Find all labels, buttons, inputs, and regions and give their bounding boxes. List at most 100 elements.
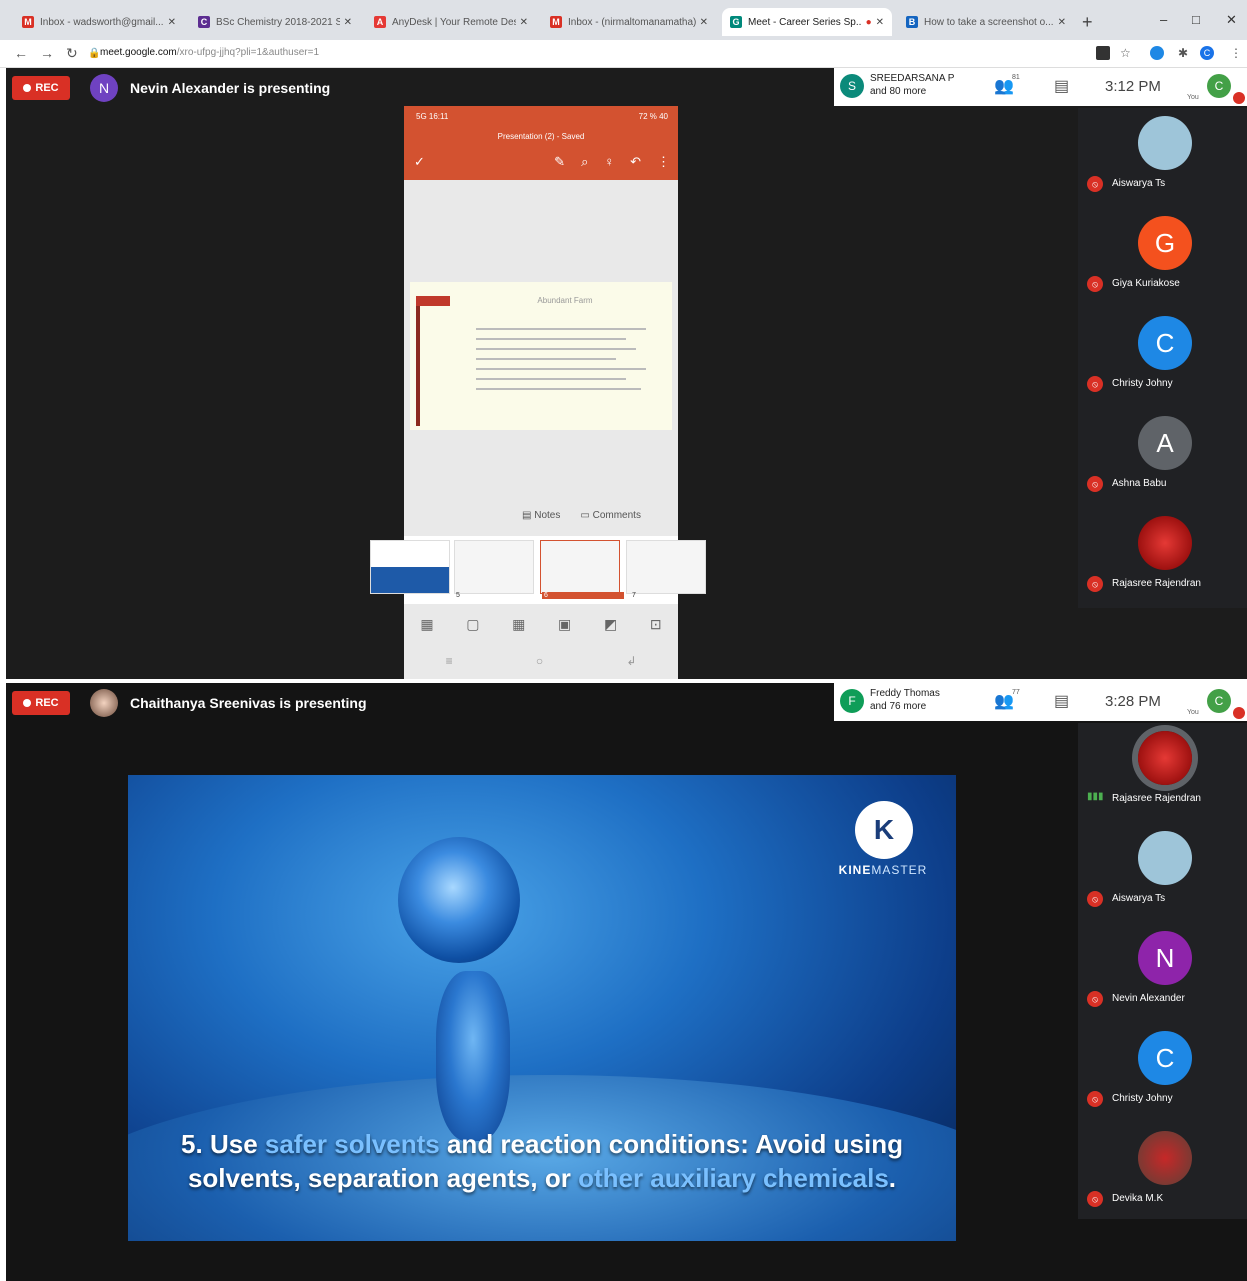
rec-label: REC: [35, 82, 59, 94]
close-tab-icon[interactable]: ✕: [1058, 17, 1066, 28]
participant-tile[interactable]: C ⦸ Christy Johny: [1078, 308, 1247, 408]
menu-icon[interactable]: ⋮: [1230, 46, 1242, 60]
phone-status-left: 5G 16:11: [416, 112, 449, 121]
people-icon[interactable]: 👥: [994, 76, 1014, 96]
caption-text: solvents, separation agents, or: [187, 1163, 579, 1193]
forward-icon[interactable]: →: [40, 45, 54, 61]
caption-text: 5. Use: [181, 1129, 265, 1159]
participant-tile[interactable]: N ⦸ Nevin Alexander: [1078, 923, 1247, 1023]
participants-summary[interactable]: SREEDARSANA P and 80 more: [870, 72, 954, 98]
rec-badge: REC: [12, 76, 70, 100]
meeting-clock: 3:28 PM: [1105, 693, 1161, 710]
shapes-icon[interactable]: ◩: [604, 616, 617, 633]
participants-sidebar: ⦸ Aiswarya Ts G ⦸ Giya Kuriakose C ⦸ Chr…: [1078, 108, 1247, 608]
tab-anydesk[interactable]: A AnyDesk | Your Remote Des... ✕: [366, 8, 536, 36]
mic-off-icon: ⦸: [1087, 176, 1103, 192]
rec-dot-icon: [23, 699, 32, 707]
slide-thumbnail[interactable]: [540, 540, 620, 594]
camera-icon[interactable]: [1096, 46, 1110, 60]
checkmark-icon[interactable]: ✓: [414, 154, 425, 170]
recording-dot-icon: ●: [865, 16, 872, 28]
avatar: [1138, 1131, 1192, 1185]
participant-tile[interactable]: C ⦸ Christy Johny: [1078, 1023, 1247, 1123]
water-column: [436, 971, 510, 1141]
star-icon[interactable]: ☆: [1120, 46, 1131, 60]
chat-icon[interactable]: ▤: [1054, 691, 1069, 711]
slide-decoration: [416, 296, 420, 426]
lightbulb-icon[interactable]: ♀: [604, 154, 614, 170]
slide-thumbnail[interactable]: [454, 540, 534, 594]
powerpoint-toolbar: 5G 16:11 72 % 40 Presentation (2) - Save…: [404, 106, 678, 180]
url-field[interactable]: meet.google.com/xro-ufpg-jjhq?pli=1&auth…: [100, 47, 319, 58]
participant-name: Aiswarya Ts: [1112, 893, 1166, 904]
tab-title: Meet - Career Series Sp...: [748, 16, 862, 28]
participants-summary[interactable]: Freddy Thomas and 76 more: [870, 687, 940, 713]
url-path: /xro-ufpg-jjhq?pli=1&authuser=1: [176, 47, 320, 58]
chat-icon[interactable]: ▤: [1054, 76, 1069, 96]
close-window-button[interactable]: ✕: [1226, 12, 1237, 28]
slide-thumbnails: 5 6 7: [370, 536, 706, 604]
back-icon[interactable]: ←: [14, 45, 28, 61]
comments-button[interactable]: ▭ Comments: [580, 510, 641, 521]
tab-title: BSc Chemistry 2018-2021 Sc...: [216, 16, 340, 28]
self-avatar[interactable]: C: [1207, 74, 1231, 98]
profile-avatar[interactable]: C: [1200, 46, 1214, 60]
avatar: G: [1138, 216, 1192, 270]
lock-icon: 🔒: [88, 48, 101, 59]
slide-thumbnail[interactable]: [370, 540, 450, 594]
tab-google-meet[interactable]: G Meet - Career Series Sp... ● ✕: [722, 8, 892, 36]
comment-icon[interactable]: ▢: [466, 616, 479, 633]
tab-title: Inbox - (nirmaltomanamatha)...: [568, 16, 696, 28]
home-icon[interactable]: ○: [536, 654, 543, 668]
participant-name: Rajasree Rajendran: [1112, 793, 1201, 804]
minimize-button[interactable]: –: [1160, 12, 1167, 27]
image-icon[interactable]: ▣: [558, 616, 571, 633]
tab-bsc-chemistry[interactable]: C BSc Chemistry 2018-2021 Sc... ✕: [190, 8, 360, 36]
slide-thumbnail[interactable]: [626, 540, 706, 594]
participant-name: Christy Johny: [1112, 378, 1173, 389]
more-icon[interactable]: ⋮: [657, 154, 670, 170]
gmail-icon: M: [22, 16, 34, 28]
participant-tile[interactable]: G ⦸ Giya Kuriakose: [1078, 208, 1247, 308]
rec-label: REC: [35, 697, 59, 709]
participant-tile[interactable]: ⦸ Devika M.K: [1078, 1123, 1247, 1223]
participant-tile[interactable]: ⦸ Aiswarya Ts: [1078, 108, 1247, 208]
people-icon[interactable]: 👥: [994, 691, 1014, 711]
tab-gmail-inbox-2[interactable]: M Inbox - (nirmaltomanamatha)... ✕: [542, 8, 716, 36]
mic-off-icon: ⦸: [1087, 276, 1103, 292]
textbox-icon[interactable]: ⊡: [650, 616, 662, 633]
undo-icon[interactable]: ↶: [630, 154, 641, 170]
avatar: [1138, 516, 1192, 570]
tab-screenshot-howto[interactable]: B How to take a screenshot o... ✕: [898, 8, 1074, 36]
participant-tile[interactable]: A ⦸ Ashna Babu: [1078, 408, 1247, 508]
mic-off-icon: ⦸: [1087, 476, 1103, 492]
maximize-button[interactable]: □: [1192, 12, 1200, 27]
notes-button[interactable]: ▤ Notes: [522, 510, 560, 521]
address-bar-row: ← → ↻ 🔒 meet.google.com/xro-ufpg-jjhq?pl…: [0, 40, 1247, 68]
reload-icon[interactable]: ↻: [66, 45, 78, 62]
search-icon[interactable]: ⌕: [581, 154, 588, 170]
new-tab-button[interactable]: +: [1082, 12, 1093, 33]
insert-toolbar: ▦ ▢ ▦ ▣ ◩ ⊡: [404, 616, 678, 633]
table-icon[interactable]: ▦: [512, 616, 525, 633]
water-droplet: [398, 837, 520, 963]
puzzle-icon[interactable]: ✱: [1178, 46, 1188, 60]
participant-tile[interactable]: ▮▮▮ Rajasree Rajendran: [1078, 723, 1247, 823]
tab-gmail-inbox[interactable]: M Inbox - wadsworth@gmail... ✕: [14, 8, 184, 36]
back-nav-icon[interactable]: ↲: [626, 654, 636, 668]
close-tab-icon[interactable]: ✕: [168, 17, 176, 28]
you-label: You: [1187, 709, 1199, 716]
close-tab-icon[interactable]: ✕: [520, 17, 528, 28]
close-tab-icon[interactable]: ✕: [876, 17, 884, 28]
close-tab-icon[interactable]: ✕: [700, 17, 708, 28]
participants-avatar: S: [840, 74, 864, 98]
extension-icon[interactable]: [1150, 46, 1164, 60]
draw-icon[interactable]: ✎: [554, 154, 565, 170]
participant-tile[interactable]: ⦸ Rajasree Rajendran: [1078, 508, 1247, 608]
recents-icon[interactable]: ≡: [446, 654, 453, 668]
layout-icon[interactable]: ▦: [420, 616, 433, 633]
close-tab-icon[interactable]: ✕: [344, 17, 352, 28]
participant-tile[interactable]: ⦸ Aiswarya Ts: [1078, 823, 1247, 923]
mic-off-icon: ⦸: [1087, 1191, 1103, 1207]
self-avatar[interactable]: C: [1207, 689, 1231, 713]
